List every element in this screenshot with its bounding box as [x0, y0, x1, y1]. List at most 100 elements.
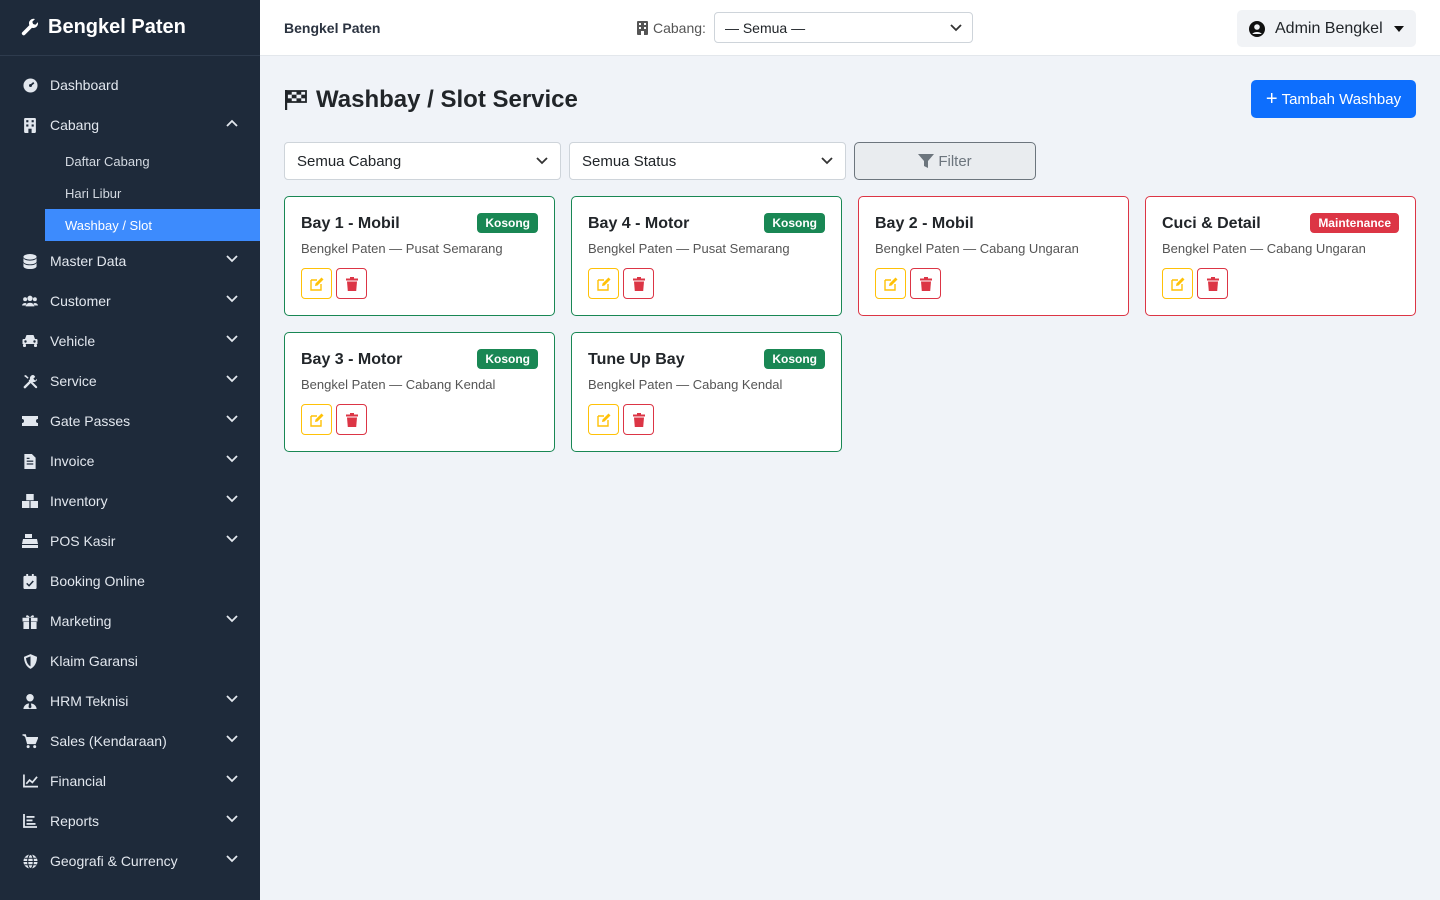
chevron-down-icon	[226, 495, 238, 507]
database-icon	[22, 253, 38, 269]
car-icon	[22, 333, 38, 349]
add-washbay-label: Tambah Washbay	[1281, 90, 1402, 108]
globe-icon	[22, 853, 38, 869]
brand-name: Bengkel Paten	[48, 16, 186, 38]
sidebar-item-label: Booking Online	[50, 573, 145, 589]
sidebar-item-label: Service	[50, 373, 97, 389]
sidebar-item-geografi-currency[interactable]: Geografi & Currency	[0, 841, 260, 881]
washbay-grid: Bay 1 - Mobil Kosong Bengkel Paten — Pusat…	[284, 196, 1416, 452]
sidebar-item-inventory[interactable]: Inventory	[0, 481, 260, 521]
edit-button[interactable]	[301, 404, 332, 435]
delete-button[interactable]	[336, 268, 367, 299]
card-actions	[301, 404, 371, 435]
washbay-card: Bay 3 - Motor Kosong Bengkel Paten — Caban…	[284, 332, 555, 452]
chevron-down-icon	[226, 735, 238, 747]
sidebar-item-hrm-teknisi[interactable]: HRM Teknisi	[0, 681, 260, 721]
cart-icon	[22, 733, 38, 749]
wrench-icon	[21, 18, 38, 35]
status-filter-value: Semua Status	[582, 152, 677, 170]
card-actions	[301, 268, 371, 299]
brand[interactable]: Bengkel Paten	[0, 0, 260, 56]
chevron-down-icon	[226, 615, 238, 627]
washbay-name: Bay 2 - Mobil	[875, 215, 974, 232]
sidebar-item-label: Sales (Kendaraan)	[50, 733, 167, 749]
edit-icon	[1170, 277, 1184, 291]
chart-line-icon	[22, 773, 38, 789]
filter-bar: Semua Cabang Semua Status Filter	[284, 142, 1036, 180]
sidebar-item-reports[interactable]: Reports	[0, 801, 260, 841]
delete-button[interactable]	[910, 268, 941, 299]
delete-button[interactable]	[623, 268, 654, 299]
sidebar-subitem-washbay-slot[interactable]: Washbay / Slot	[45, 209, 260, 241]
sidebar-subitem-daftar-cabang[interactable]: Daftar Cabang	[45, 145, 260, 177]
cabang-filter-select[interactable]: Semua Cabang	[284, 142, 561, 180]
edit-icon	[309, 413, 323, 427]
sidebar-item-pos-kasir[interactable]: POS Kasir	[0, 521, 260, 561]
user-tie-icon	[22, 693, 38, 709]
topbar: Bengkel Paten Cabang: — Semua — Admin Be…	[260, 0, 1440, 56]
delete-button[interactable]	[623, 404, 654, 435]
status-badge: Kosong	[764, 349, 825, 369]
delete-button[interactable]	[336, 404, 367, 435]
sidebar-item-service[interactable]: Service	[0, 361, 260, 401]
edit-button[interactable]	[588, 268, 619, 299]
washbay-location: Bengkel Paten — Cabang Kendal	[588, 377, 783, 392]
sidebar-item-dashboard[interactable]: Dashboard	[0, 65, 260, 105]
caret-down-icon	[1394, 25, 1404, 32]
edit-icon	[596, 413, 610, 427]
user-menu-button[interactable]: Admin Bengkel	[1237, 10, 1416, 47]
sidebar-item-financial[interactable]: Financial	[0, 761, 260, 801]
sidebar-item-label: Marketing	[50, 613, 112, 629]
filter-button[interactable]: Filter	[854, 142, 1036, 180]
sidebar-item-sales-kendaraan[interactable]: Sales (Kendaraan)	[0, 721, 260, 761]
report-icon	[22, 813, 38, 829]
cabang-label: Cabang:	[653, 19, 706, 36]
card-actions	[588, 268, 658, 299]
cash-register-icon	[22, 533, 38, 549]
sidebar-item-vehicle[interactable]: Vehicle	[0, 321, 260, 361]
gift-icon	[22, 613, 38, 629]
sidebar-item-gate-passes[interactable]: Gate Passes	[0, 401, 260, 441]
sidebar-item-cabang[interactable]: Cabang	[0, 105, 260, 145]
trash-icon	[345, 276, 358, 291]
sidebar-item-label: Vehicle	[50, 333, 96, 349]
delete-button[interactable]	[1197, 268, 1228, 299]
edit-button[interactable]	[1162, 268, 1193, 299]
sidebar-item-klaim-garansi[interactable]: Klaim Garansi	[0, 641, 260, 681]
washbay-location: Bengkel Paten — Pusat Semarang	[301, 241, 503, 256]
sidebar-item-label: Invoice	[50, 453, 95, 469]
trash-icon	[345, 412, 358, 427]
add-washbay-button[interactable]: + Tambah Washbay	[1251, 80, 1416, 118]
washbay-card: Bay 2 - Mobil Bengkel Paten — Cabang Unga…	[858, 196, 1129, 316]
dashboard-icon	[22, 77, 38, 93]
sidebar-item-master-data[interactable]: Master Data	[0, 241, 260, 281]
sidebar-item-invoice[interactable]: Invoice	[0, 441, 260, 481]
card-actions	[875, 268, 945, 299]
sidebar-item-label: Customer	[50, 293, 111, 309]
main-content: Washbay / Slot Service + Tambah Washbay …	[260, 56, 1440, 900]
tools-icon	[22, 373, 38, 389]
sidebar-item-customer[interactable]: Customer	[0, 281, 260, 321]
sidebar-item-marketing[interactable]: Marketing	[0, 601, 260, 641]
sidebar-item-label: Gate Passes	[50, 413, 131, 429]
sidebar-item-booking-online[interactable]: Booking Online	[0, 561, 260, 601]
chevron-down-icon	[226, 255, 238, 267]
chevron-down-icon	[226, 775, 238, 787]
sidebar-nav: Dashboard Cabang Daftar Cabang Hari Libur Wa…	[0, 56, 260, 881]
cabang-select[interactable]: — Semua —	[713, 12, 973, 43]
washbay-card: Tune Up Bay Kosong Bengkel Paten — Cabang …	[571, 332, 842, 452]
sidebar: Bengkel Paten Dashboard Cabang Daftar Caba…	[0, 0, 260, 900]
sidebar-subitem-hari-libur[interactable]: Hari Libur	[45, 177, 260, 209]
sidebar-submenu-cabang: Daftar Cabang Hari Libur Washbay / Slot	[0, 145, 260, 241]
status-filter-select[interactable]: Semua Status	[569, 142, 846, 180]
washbay-card: Bay 1 - Mobil Kosong Bengkel Paten — Pusat…	[284, 196, 555, 316]
status-badge: Kosong	[477, 349, 538, 369]
chevron-down-icon	[226, 455, 238, 467]
edit-button[interactable]	[301, 268, 332, 299]
chevron-down-icon	[226, 815, 238, 827]
edit-button[interactable]	[875, 268, 906, 299]
edit-button[interactable]	[588, 404, 619, 435]
sidebar-item-label: Cabang	[50, 117, 100, 133]
sidebar-item-label: Master Data	[50, 253, 127, 269]
invoice-icon	[22, 453, 38, 469]
